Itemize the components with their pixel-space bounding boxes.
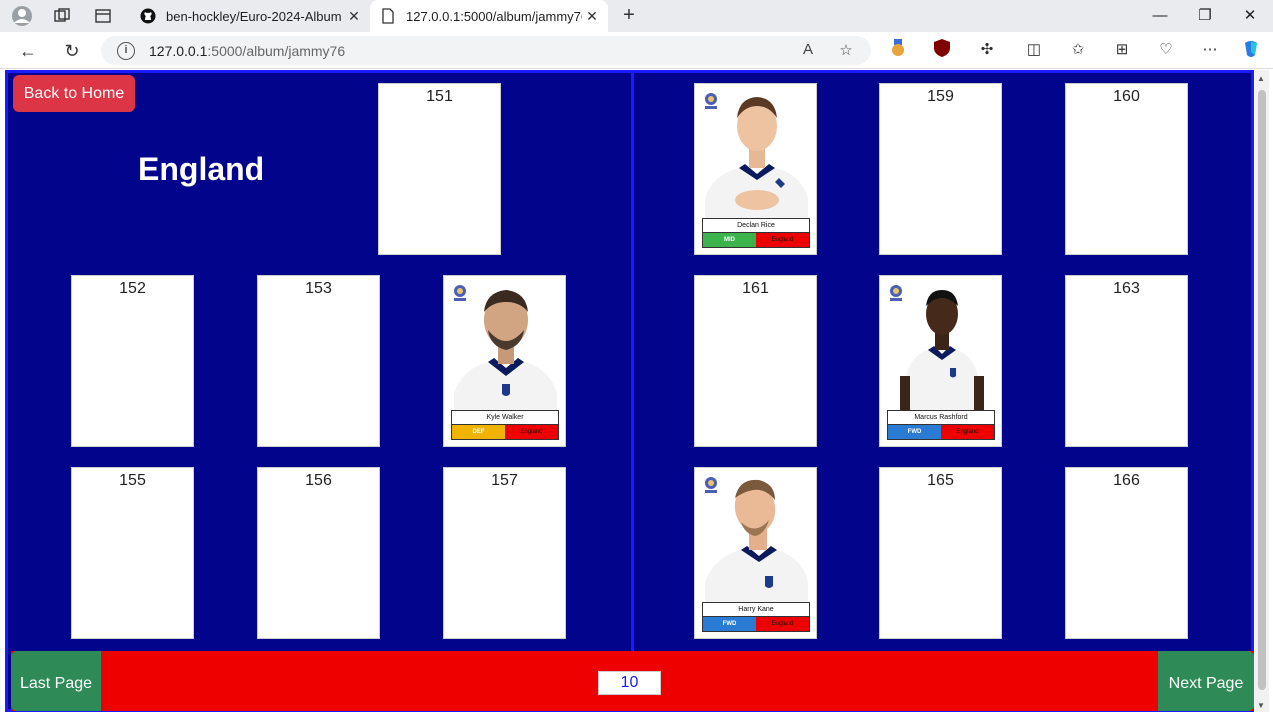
player-photo — [705, 479, 808, 602]
sticker-slot-166[interactable]: 166 — [1065, 467, 1188, 639]
site-info-icon[interactable]: i — [117, 41, 135, 60]
read-aloud-icon[interactable]: A — [798, 41, 818, 61]
minimize-icon[interactable]: — — [1145, 4, 1175, 28]
back-icon[interactable]: ← — [16, 39, 40, 63]
close-tab-icon[interactable]: ✕ — [582, 8, 602, 25]
euro-2024-logo-icon — [890, 285, 902, 301]
page-viewport: Back to Home England 151 152 153 Kyle Wa… — [0, 70, 1273, 716]
browser-essentials-icon[interactable]: ♡ — [1155, 39, 1177, 61]
sticker-slot-163[interactable]: 163 — [1065, 275, 1188, 447]
rewards-icon[interactable] — [887, 39, 909, 61]
player-photo — [900, 290, 984, 410]
player-name: Marcus Rashford — [887, 410, 995, 425]
country-title: England — [138, 151, 265, 187]
sticker-kyle-walker[interactable]: Kyle Walker DEF England — [443, 275, 566, 447]
sticker-slot-156[interactable]: 156 — [257, 467, 380, 639]
tab-actions-icon[interactable] — [91, 5, 115, 27]
scroll-up-icon[interactable]: ▲ — [1257, 74, 1265, 83]
page-number-input[interactable]: 10 — [598, 671, 661, 695]
tab-album[interactable]: 127.0.0.1:5000/album/jammy76 ✕ — [370, 0, 608, 32]
ublock-icon[interactable] — [931, 39, 953, 61]
profile-icon[interactable] — [10, 5, 34, 27]
restore-icon[interactable]: ❐ — [1190, 4, 1220, 28]
sticker-declan-rice[interactable]: Declan Rice MID England — [694, 83, 817, 255]
address-bar[interactable]: i 127.0.0.1:5000/album/jammy76 A ☆ — [101, 36, 871, 65]
sticker-slot-155[interactable]: 155 — [71, 467, 194, 639]
scrollbar-thumb[interactable] — [1258, 90, 1266, 690]
euro-2024-logo-icon — [705, 93, 717, 109]
player-position: FWD — [888, 425, 941, 439]
player-name: Kyle Walker — [451, 410, 559, 425]
player-info-row: FWD England — [702, 617, 810, 632]
page-icon — [380, 8, 396, 24]
github-icon — [140, 8, 156, 24]
tab-title: ben-hockley/Euro-2024-Album — [166, 8, 342, 24]
collections-icon[interactable]: ⊞ — [1111, 39, 1133, 61]
player-name: Declan Rice — [702, 218, 810, 233]
back-to-home-button[interactable]: Back to Home — [13, 75, 135, 112]
next-page-button[interactable]: Next Page — [1158, 651, 1254, 711]
close-tab-icon[interactable]: ✕ — [344, 8, 364, 25]
player-nation: England — [941, 425, 994, 439]
player-nation: England — [505, 425, 558, 439]
sticker-slot-152[interactable]: 152 — [71, 275, 194, 447]
player-info-row: DEF England — [451, 425, 559, 440]
sticker-slot-159[interactable]: 159 — [879, 83, 1002, 255]
browser-tab-bar: ben-hockley/Euro-2024-Album ✕ 127.0.0.1:… — [0, 0, 1273, 32]
scroll-down-icon[interactable]: ▼ — [1257, 701, 1265, 710]
player-info-row: FWD England — [887, 425, 995, 440]
player-position: DEF — [452, 425, 505, 439]
page-divider — [631, 73, 634, 653]
player-position: MID — [703, 233, 756, 247]
sticker-slot-157[interactable]: 157 — [443, 467, 566, 639]
sticker-slot-153[interactable]: 153 — [257, 275, 380, 447]
tab-github[interactable]: ben-hockley/Euro-2024-Album ✕ — [130, 0, 370, 32]
euro-2024-logo-icon — [454, 285, 466, 301]
player-photo — [705, 97, 808, 218]
player-nation: England — [756, 233, 809, 247]
new-tab-button[interactable]: + — [617, 4, 641, 28]
close-window-icon[interactable]: ✕ — [1235, 4, 1265, 28]
copilot-icon[interactable] — [1240, 39, 1262, 61]
sticker-slot-165[interactable]: 165 — [879, 467, 1002, 639]
last-page-button[interactable]: Last Page — [11, 651, 101, 711]
vertical-scrollbar[interactable]: ▲ ▼ — [1255, 70, 1269, 712]
sticker-marcus-rashford[interactable]: Marcus Rashford FWD England — [879, 275, 1002, 447]
player-position: FWD — [703, 617, 756, 631]
player-name: Harry Kane — [702, 602, 810, 617]
workspaces-icon[interactable] — [50, 5, 74, 27]
favorite-star-icon[interactable]: ☆ — [836, 41, 856, 61]
player-nation: England — [756, 617, 809, 631]
player-photo — [454, 290, 557, 410]
player-info-row: MID England — [702, 233, 810, 248]
sticker-slot-160[interactable]: 160 — [1065, 83, 1188, 255]
extensions-icon[interactable]: ✣ — [976, 39, 998, 61]
euro-2024-logo-icon — [705, 477, 717, 493]
more-options-icon[interactable]: ⋯ — [1199, 39, 1221, 61]
sticker-slot-151[interactable]: 151 — [378, 83, 501, 255]
sticker-harry-kane[interactable]: Harry Kane FWD England — [694, 467, 817, 639]
browser-toolbar: ← ↻ i 127.0.0.1:5000/album/jammy76 A ☆ ✣… — [0, 32, 1273, 69]
favorites-icon[interactable]: ✩ — [1067, 39, 1089, 61]
url-text: 127.0.0.1:5000/album/jammy76 — [149, 42, 346, 59]
sticker-slot-161[interactable]: 161 — [694, 275, 817, 447]
page-navigation-bar: Last Page 10 Next Page — [11, 651, 1254, 711]
split-screen-icon[interactable]: ◫ — [1023, 39, 1045, 61]
tab-title: 127.0.0.1:5000/album/jammy76 — [406, 8, 582, 24]
refresh-icon[interactable]: ↻ — [60, 39, 84, 63]
album-spread: Back to Home England 151 152 153 Kyle Wa… — [5, 70, 1254, 712]
